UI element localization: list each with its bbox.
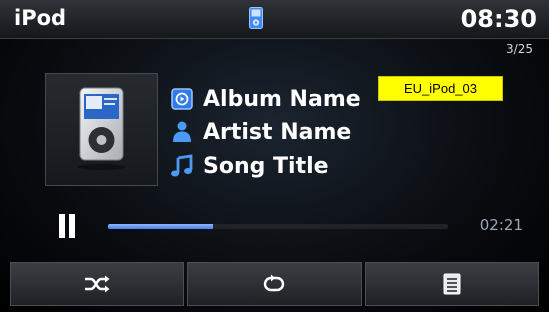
- artist-row: Artist Name: [170, 117, 351, 147]
- elapsed-time: 02:21: [479, 216, 523, 234]
- album-art: [45, 73, 158, 186]
- app-title: iPod: [14, 6, 67, 30]
- ipod-device-icon: [249, 7, 263, 29]
- album-name: Album Name: [203, 86, 361, 112]
- album-icon: [171, 88, 193, 110]
- repeat-icon: [264, 274, 285, 292]
- pause-icon: [59, 214, 65, 238]
- music-note-icon: [171, 154, 193, 177]
- repeat-button[interactable]: [187, 262, 362, 306]
- song-row: Song Title: [170, 151, 329, 181]
- pause-button[interactable]: [58, 214, 78, 240]
- album-row: Album Name: [170, 84, 361, 114]
- ipod-classic-icon: [77, 87, 126, 170]
- clock: 08:30: [460, 5, 537, 33]
- shuffle-button[interactable]: [10, 262, 185, 306]
- artist-name: Artist Name: [203, 119, 352, 145]
- song-title: Song Title: [203, 153, 329, 179]
- progress-bar[interactable]: [108, 224, 448, 229]
- ipod-player-screen: iPod 08:30 3/25 Album Name Artist Name S…: [0, 0, 549, 312]
- track-counter: 3/25: [506, 42, 533, 56]
- overlay-tag: EU_iPod_03: [378, 76, 503, 101]
- status-bar: iPod 08:30: [0, 0, 549, 39]
- artist-person-icon: [173, 121, 191, 142]
- list-button[interactable]: [364, 262, 539, 306]
- list-icon: [443, 273, 461, 295]
- progress-fill: [108, 224, 214, 229]
- control-bar: [10, 262, 539, 306]
- shuffle-icon: [85, 275, 110, 293]
